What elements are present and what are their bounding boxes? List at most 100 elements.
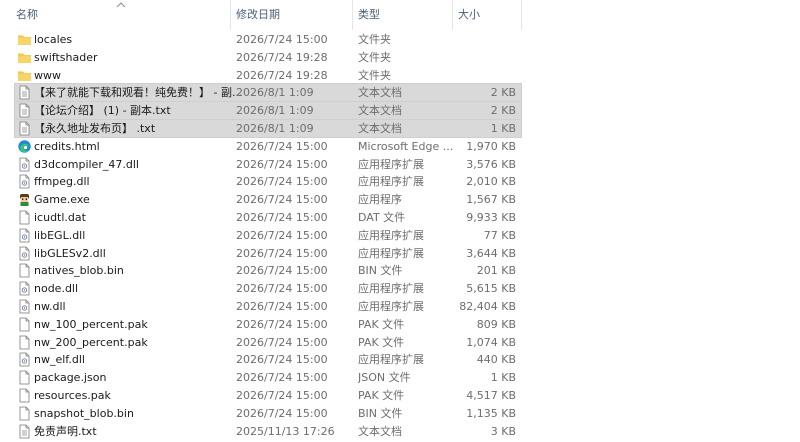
file-size: 440 KB: [476, 353, 516, 367]
file-name: resources.pak: [34, 389, 111, 402]
file-modified-date: 2026/7/24 15:00: [236, 300, 328, 313]
file-size: 1,970 KB: [466, 139, 516, 153]
file-size: 82,404 KB: [459, 300, 516, 313]
file-row[interactable]: 【来了就能下载和观看！纯免费！】 - 副... 2026/8/1 1:09 文本文档…: [14, 83, 522, 103]
column-header-date[interactable]: 修改日期: [236, 0, 346, 30]
file-type: 应用程序: [358, 193, 402, 207]
file-type: 文本文档: [358, 104, 402, 118]
column-header-bar: 名称 修改日期 类型 大小: [0, 0, 522, 30]
file-name: 【永久地址发布页】 .txt: [34, 122, 156, 135]
text-file-icon: [17, 85, 32, 100]
file-row[interactable]: credits.html 2026/7/24 15:00 Microsoft Edg…: [15, 138, 521, 155]
file-type: 应用程序扩展: [358, 282, 424, 296]
file-row[interactable]: package.json 2026/7/24 15:00 JSON 文件 1 KB: [15, 369, 521, 386]
file-row[interactable]: resources.pak 2026/7/24 15:00 PAK 文件 4,517 …: [15, 387, 521, 404]
file-row[interactable]: 【论坛介绍】 (1) - 副本.txt 2026/8/1 1:09 文本文档 2 KB: [14, 101, 522, 121]
file-type: PAK 文件: [358, 317, 405, 331]
file-row[interactable]: d3dcompiler_47.dll 2026/7/24 15:00 应用程序扩展 3…: [15, 156, 521, 173]
file-name: 【论坛介绍】 (1) - 副本.txt: [34, 104, 171, 118]
file-modified-date: 2026/7/24 15:00: [236, 211, 328, 224]
file-modified-date: 2026/7/24 19:28: [236, 50, 328, 64]
file-name: locales: [34, 33, 73, 46]
file-type: 文本文档: [358, 424, 402, 438]
file-modified-date: 2025/11/13 17:26: [236, 424, 335, 438]
folder-icon: [17, 50, 32, 65]
text-file-icon: [17, 103, 32, 118]
file-type: 文本文档: [358, 86, 402, 100]
file-row[interactable]: swiftshader 2026/7/24 19:28 文件夹: [15, 49, 521, 66]
file-row[interactable]: 【永久地址发布页】 .txt 2026/8/1 1:09 文本文档 1 KB: [14, 119, 522, 138]
file-size: 201 KB: [476, 264, 516, 278]
dll-file-icon: [17, 281, 32, 296]
file-name: icudtl.dat: [34, 211, 86, 224]
file-size: 2 KB: [490, 104, 516, 118]
file-modified-date: 2026/8/1 1:09: [236, 122, 314, 135]
column-header-size[interactable]: 大小: [458, 0, 516, 30]
file-name: 【来了就能下载和观看！纯免费！】 - 副...: [34, 86, 243, 100]
column-divider[interactable]: [230, 0, 231, 30]
file-name: nw_100_percent.pak: [34, 317, 148, 331]
file-name: d3dcompiler_47.dll: [34, 157, 139, 171]
dll-file-icon: [17, 299, 32, 314]
file-name: www: [34, 68, 61, 82]
file-row[interactable]: nw_elf.dll 2026/7/24 15:00 应用程序扩展 440 KB: [15, 351, 521, 368]
sort-ascending-icon: [116, 2, 126, 8]
file-type: BIN 文件: [358, 264, 403, 278]
file-row[interactable]: libEGL.dll 2026/7/24 15:00 应用程序扩展 77 KB: [15, 227, 521, 244]
file-size: 9,933 KB: [466, 211, 516, 224]
file-name: libGLESv2.dll: [34, 246, 106, 260]
file-name: nw_200_percent.pak: [34, 335, 148, 349]
file-size: [448, 67, 516, 84]
file-row[interactable]: Game.exe 2026/7/24 15:00 应用程序 1,567 KB: [15, 191, 521, 208]
file-size: 77 KB: [483, 228, 516, 242]
file-type: PAK 文件: [358, 335, 405, 349]
file-row[interactable]: snapshot_blob.bin 2026/7/24 15:00 BIN 文件 1,…: [15, 405, 521, 422]
file-modified-date: 2026/7/24 15:00: [236, 157, 328, 171]
file-modified-date: 2026/7/24 15:00: [236, 193, 328, 207]
file-row[interactable]: libGLESv2.dll 2026/7/24 15:00 应用程序扩展 3,644 …: [15, 245, 521, 262]
file-type: 应用程序扩展: [358, 300, 424, 313]
file-type: BIN 文件: [358, 406, 403, 420]
file-row[interactable]: ffmpeg.dll 2026/7/24 15:00 应用程序扩展 2,010 KB: [15, 173, 521, 190]
blank-file-icon: [17, 263, 32, 278]
file-modified-date: 2026/7/24 15:00: [236, 335, 328, 349]
file-row[interactable]: 免责声明.txt 2025/11/13 17:26 文本文档 3 KB: [15, 423, 521, 440]
file-name: node.dll: [34, 282, 79, 296]
blank-file-icon: [17, 335, 32, 350]
file-size: [448, 31, 516, 48]
blank-file-icon: [17, 406, 32, 421]
file-type: PAK 文件: [358, 389, 405, 402]
file-modified-date: 2026/7/24 15:00: [236, 139, 328, 153]
dll-file-icon: [17, 157, 32, 172]
file-type: 文件夹: [358, 50, 391, 64]
file-size: 1,074 KB: [466, 335, 516, 349]
file-row[interactable]: node.dll 2026/7/24 15:00 应用程序扩展 5,615 KB: [15, 280, 521, 297]
file-row[interactable]: locales 2026/7/24 15:00 文件夹: [15, 31, 521, 48]
file-row[interactable]: www 2026/7/24 19:28 文件夹: [15, 67, 521, 84]
file-name: nw_elf.dll: [34, 353, 85, 367]
column-header-type[interactable]: 类型: [358, 0, 448, 30]
file-size: 1,135 KB: [466, 406, 516, 420]
file-modified-date: 2026/7/24 15:00: [236, 371, 328, 385]
file-type: 文本文档: [358, 122, 402, 135]
file-row[interactable]: nw.dll 2026/7/24 15:00 应用程序扩展 82,404 KB: [15, 298, 521, 315]
file-row[interactable]: icudtl.dat 2026/7/24 15:00 DAT 文件 9,933 KB: [15, 209, 521, 226]
file-name: libEGL.dll: [34, 228, 86, 242]
edge-html-icon: [17, 139, 32, 154]
file-type: 文件夹: [358, 68, 391, 82]
file-type: DAT 文件: [358, 211, 406, 224]
blank-file-icon: [17, 210, 32, 225]
file-row[interactable]: natives_blob.bin 2026/7/24 15:00 BIN 文件 201…: [15, 262, 521, 279]
column-divider[interactable]: [452, 0, 453, 30]
file-modified-date: 2026/7/24 15:00: [236, 317, 328, 331]
column-divider[interactable]: [352, 0, 353, 30]
column-divider[interactable]: [521, 0, 522, 30]
blank-file-icon: [17, 317, 32, 332]
dll-file-icon: [17, 352, 32, 367]
file-modified-date: 2026/7/24 15:00: [236, 246, 328, 260]
file-size: 4,517 KB: [466, 389, 516, 402]
file-row[interactable]: nw_200_percent.pak 2026/7/24 15:00 PAK 文件 1…: [15, 334, 521, 351]
file-row[interactable]: nw_100_percent.pak 2026/7/24 15:00 PAK 文件 8…: [15, 316, 521, 333]
folder-icon: [17, 68, 32, 83]
file-name: swiftshader: [34, 50, 98, 64]
